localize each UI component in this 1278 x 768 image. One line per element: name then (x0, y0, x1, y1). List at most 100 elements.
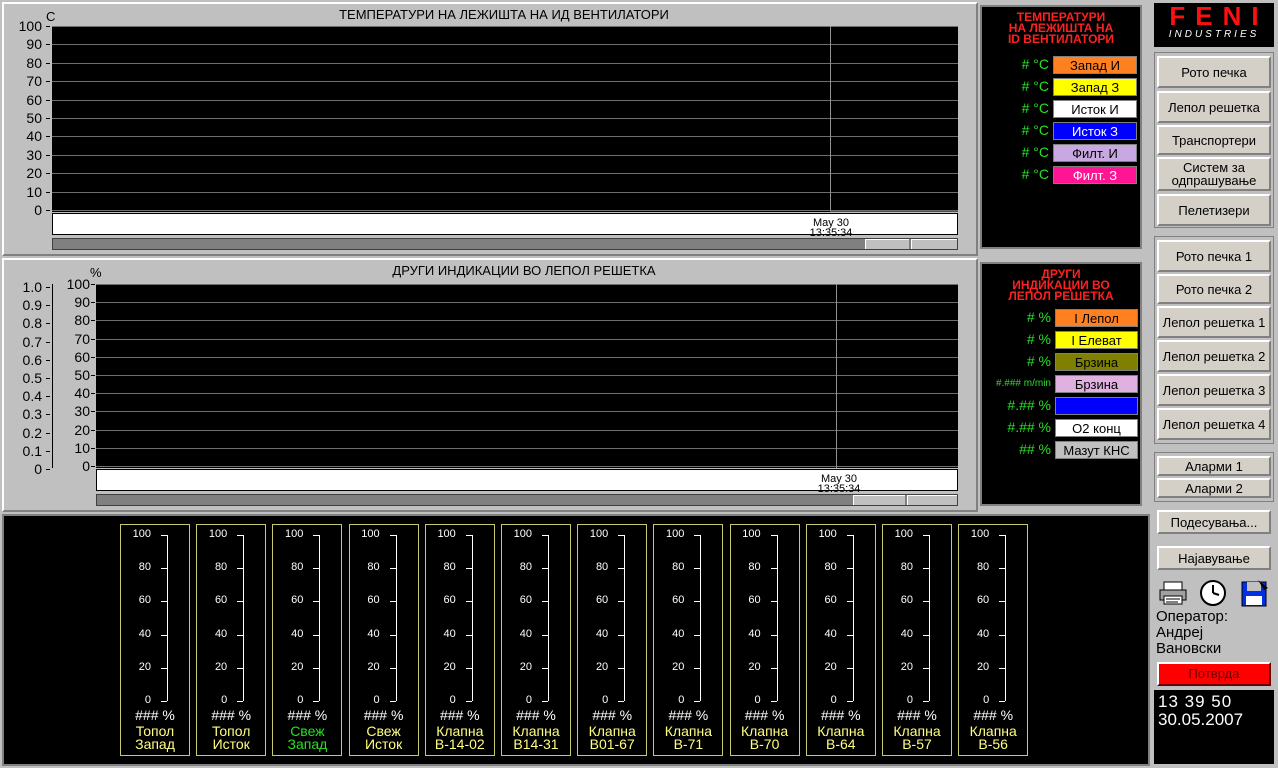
mid-chart-tick-mark (91, 393, 95, 395)
login-button[interactable]: Најавување (1157, 546, 1271, 570)
mid-chart-y2-tick-mark (46, 341, 50, 343)
top_legend-chip[interactable]: Филт. З (1053, 166, 1137, 184)
mid-chart-scroll-right[interactable] (907, 495, 957, 505)
top-chart-gridline (52, 191, 958, 193)
mid-chart-scroll-thumb[interactable] (853, 495, 905, 505)
gauge-name-line-2: Запад (287, 736, 328, 752)
top-chart-scroll-thumb[interactable] (865, 239, 909, 249)
mid_legend-chip[interactable]: Мазут КНС (1055, 441, 1138, 459)
mid-chart-tick-mark (91, 466, 95, 467)
mid-chart-gridline (96, 320, 958, 322)
nav-button[interactable]: Аларми 2 (1157, 478, 1271, 498)
top-chart-gridline (52, 210, 958, 211)
mid_legend-chip[interactable]: Брзина (1055, 375, 1138, 393)
mid-chart-gridline (96, 411, 958, 413)
mid_legend-chip[interactable]: O2 конц (1055, 419, 1138, 437)
gauge-tick-label: 60 (595, 594, 609, 607)
mid-chart-y2-tick-mark (46, 414, 50, 416)
gauge-tick-label: 40 (367, 627, 380, 640)
top-chart-gridline (52, 44, 958, 46)
mid-legend-title-3: ЛЕПОЛ РЕШЕТКА (1008, 289, 1114, 303)
printer-icon[interactable] (1158, 580, 1188, 606)
top_legend-value: # °C (1021, 100, 1049, 116)
gauge-tick (465, 701, 472, 702)
mid-chart-cursor (836, 284, 837, 468)
mid-chart-scrollbar[interactable] (96, 494, 958, 506)
gauge-tick-label: 20 (900, 660, 913, 673)
gauge-name-line-2: Запад (135, 736, 175, 752)
top_legend-chip[interactable]: Исток И (1053, 100, 1137, 118)
gauge-name-line-2: Исток (212, 736, 250, 752)
top_legend-chip[interactable]: Запад З (1053, 78, 1137, 96)
mid-chart-tick-mark (91, 338, 95, 340)
gauge-tick (618, 701, 625, 702)
gauge-tick-label: 20 (138, 660, 151, 673)
gauge-tick-label: 40 (138, 627, 151, 640)
gauge-tick-label: 80 (291, 561, 304, 574)
gauge-tick-label: 100 (970, 528, 990, 540)
top_legend-row: # °C Запад И (982, 56, 1140, 74)
top_legend-chip[interactable]: Запад И (1053, 56, 1137, 74)
top-chart-scroll-right[interactable] (911, 239, 957, 249)
gauge-value: ### % (820, 707, 861, 723)
top_legend-chip[interactable]: Исток З (1053, 122, 1137, 140)
clock-date: 30.05.2007 (1158, 710, 1244, 729)
mid-chart-tick-label: 0 (82, 458, 90, 474)
operator-label: Оператор: (1156, 608, 1229, 625)
mid_legend-value: #.## % (1007, 397, 1051, 413)
mid-chart-gridline (96, 466, 958, 467)
nav-button[interactable]: Аларми 1 (1157, 456, 1271, 476)
confirm-button[interactable]: Потврда (1157, 662, 1271, 686)
top_legend-chip[interactable]: Филт. И (1053, 144, 1137, 162)
nav-button[interactable]: Транспортери (1157, 125, 1271, 155)
mid_legend-chip[interactable]: I Елеват (1055, 331, 1138, 349)
mid_legend-value: #.## % (1007, 419, 1051, 435)
mid-chart-cursor-time: 13:35:34 (817, 483, 861, 495)
gauge-tick-label: 0 (373, 694, 380, 706)
mid-chart-y2-tick-label: 0 (34, 461, 42, 477)
clock-icon[interactable] (1198, 578, 1228, 608)
nav-button[interactable]: Рото печка (1157, 56, 1271, 88)
top_legend-value: # °C (1021, 122, 1049, 138)
mid-chart-unit: % (90, 265, 102, 280)
gauge-tick-label: 0 (297, 694, 304, 706)
nav-button[interactable]: Лепол решетка 2 (1157, 340, 1271, 372)
top-chart-tick-mark (46, 26, 50, 27)
gauge-tick-label: 60 (748, 594, 761, 607)
gauge-value: ### % (668, 707, 709, 723)
nav-button[interactable]: Лепол решетка 3 (1157, 374, 1271, 406)
gauge-tick-label: 40 (900, 627, 913, 640)
nav-button[interactable]: Рото печка 1 (1157, 240, 1271, 272)
mid-chart-tick-label: 60 (74, 348, 90, 365)
mid_legend-chip[interactable]: I Лепол (1055, 309, 1138, 327)
settings-button[interactable]: Подесувања... (1157, 510, 1271, 534)
gauge-tick-label: 100 (589, 528, 609, 540)
gauge-name-line-2: B-57 (902, 736, 932, 752)
gauge-tick-label: 60 (291, 594, 304, 607)
gauge: 100 80 60 40 20 0 ### % Клапна B-71 (653, 524, 724, 756)
mid_legend-chip[interactable]: Брзина (1055, 353, 1138, 371)
gauge-name: Клапна B-70 (731, 724, 799, 751)
nav-button[interactable]: Лепол решетка 4 (1157, 408, 1271, 440)
nav-button[interactable]: Лепол решетка (1157, 91, 1271, 123)
gauge-tick-label: 100 (437, 528, 456, 540)
mid-chart-y2-tick-mark (46, 378, 50, 379)
mid_legend-row: #.## % O2 конц (982, 419, 1140, 437)
mid-chart-gridline (96, 429, 958, 431)
gauge-name: Клапна B-57 (883, 724, 951, 752)
gauge-tick-label: 40 (976, 627, 990, 640)
top-chart-tick-label: 100 (18, 18, 42, 34)
gauge-tick (542, 701, 548, 702)
top-chart-tick-label: 30 (26, 146, 42, 163)
nav-button[interactable]: Рото печка 2 (1157, 274, 1271, 304)
top-chart-scrollbar[interactable] (52, 238, 958, 250)
save-disk-icon[interactable] (1238, 578, 1270, 608)
top-legend: ТЕМПЕРАТУРИ НА ЛЕЖИШТА НА ID ВЕНТИЛАТОРИ… (980, 5, 1142, 249)
mid_legend-row: # % I Елеват (982, 331, 1140, 349)
nav-button[interactable]: Пелетизери (1157, 194, 1271, 226)
top-chart-tick-label: 10 (26, 183, 42, 200)
nav-button[interactable]: Систем за одпрашување (1157, 157, 1271, 191)
mid_legend-chip[interactable] (1055, 397, 1138, 415)
gauge-tick-label: 20 (595, 660, 609, 673)
nav-button[interactable]: Лепол решетка 1 (1157, 306, 1271, 338)
